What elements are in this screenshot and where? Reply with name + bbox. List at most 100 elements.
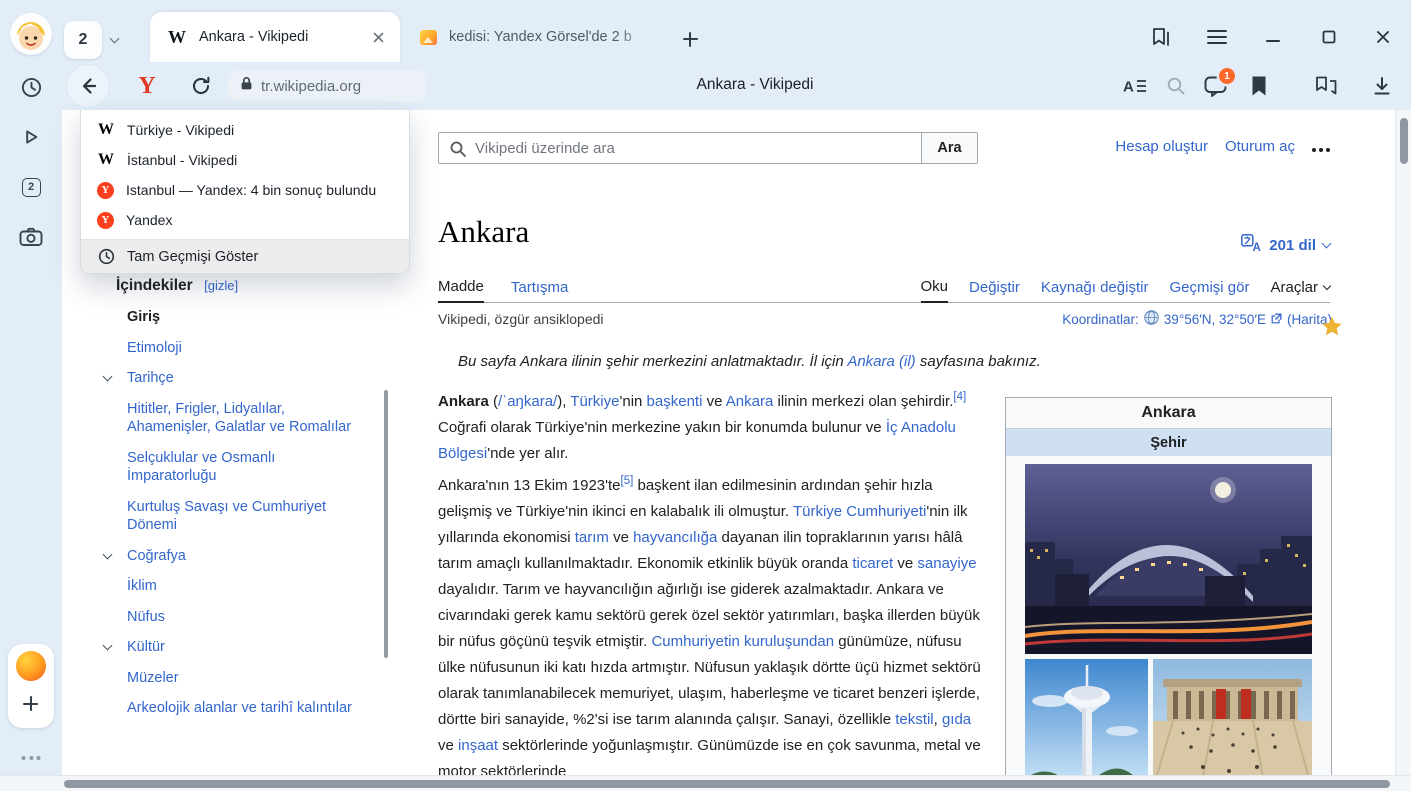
create-account-link[interactable]: Hesap oluştur — [1115, 138, 1208, 155]
yandex-button[interactable]: Y — [130, 69, 164, 103]
lock-icon[interactable] — [240, 76, 253, 96]
tab-oku[interactable]: Oku — [921, 272, 949, 303]
find-on-page-icon[interactable] — [1164, 74, 1188, 98]
text-run: ve — [609, 529, 633, 546]
account-links: Hesap oluştur Oturum aç — [1115, 138, 1330, 155]
wiki-link[interactable]: /ˈaŋkara/ — [498, 393, 557, 410]
chevron-down-icon[interactable] — [103, 549, 113, 559]
toc-item-selcuklular[interactable]: Selçuklular ve Osmanlı İmparatorluğu — [100, 449, 365, 486]
horizontal-scrollbar-thumb[interactable] — [64, 780, 1390, 788]
tab-ankara[interactable]: W Ankara - Vikipedi — [150, 12, 400, 62]
text-run: Bu sayfa Ankara ilinin şehir merkezini a… — [458, 353, 847, 370]
infobox-image-night-skyline[interactable] — [1025, 464, 1312, 654]
tab-gecmisi-gor[interactable]: Geçmişi gör — [1169, 272, 1249, 303]
wiki-link[interactable]: Ankara — [726, 393, 774, 410]
tab-degistir[interactable]: Değiştir — [969, 272, 1020, 303]
tools-dropdown[interactable]: Araçlar — [1270, 272, 1330, 303]
more-options-icon[interactable] — [1312, 141, 1330, 152]
toc-item-arkeolojik[interactable]: Arkeolojik alanlar ve tarihî kalıntılar — [100, 699, 365, 718]
history-item[interactable]: W Türkiye - Vikipedi — [81, 115, 409, 145]
toc-item-etimoloji[interactable]: Etimoloji — [100, 339, 365, 358]
wiki-link[interactable]: sanayiye — [917, 555, 976, 572]
reader-mode-icon[interactable]: A — [1123, 74, 1147, 98]
history-item[interactable]: Y Yandex — [81, 205, 409, 235]
wiki-link[interactable]: tekstil — [895, 711, 933, 728]
search-input[interactable] — [475, 140, 895, 157]
vertical-scrollbar-thumb[interactable] — [1400, 118, 1408, 164]
minimize-icon[interactable] — [1262, 26, 1284, 48]
yandex-services-icon[interactable] — [16, 651, 46, 681]
wiki-link[interactable]: Ankara (il) — [847, 353, 915, 370]
search-button[interactable]: Ara — [921, 132, 978, 164]
add-panel-button[interactable] — [23, 696, 38, 716]
screenshot-icon[interactable] — [18, 224, 44, 250]
wiki-link[interactable]: başkenti — [647, 393, 703, 410]
toc-item-kultur[interactable]: Kültür — [100, 638, 365, 657]
toc-item-tarihce[interactable]: Tarihçe — [100, 369, 365, 388]
tabs-panel-icon[interactable]: 2 — [18, 174, 44, 200]
play-icon[interactable] — [18, 124, 44, 150]
browser-sidebar: 2 — [0, 62, 62, 775]
yandex-favicon: Y — [97, 182, 114, 199]
collections-flags-icon[interactable] — [1314, 74, 1338, 98]
close-tab-icon[interactable] — [368, 27, 388, 47]
chevron-down-icon[interactable] — [103, 641, 113, 651]
new-tab-button[interactable] — [676, 25, 704, 53]
toc-item-nufus[interactable]: Nüfus — [100, 608, 365, 627]
login-link[interactable]: Oturum aç — [1225, 138, 1295, 155]
plus-icon — [683, 32, 698, 47]
wiki-link[interactable]: Cumhuriyetin kuruluşundan — [651, 633, 834, 650]
toc-item-hititler[interactable]: Hititler, Frigler, Lidyalılar, Ahamenişl… — [100, 400, 365, 437]
close-window-icon[interactable] — [1372, 26, 1394, 48]
wiki-link[interactable]: hayvancılığa — [633, 529, 717, 546]
horizontal-scrollbar[interactable] — [0, 775, 1411, 791]
toc-hide-toggle[interactable]: [gizle] — [204, 278, 238, 293]
toc-item-muzeler[interactable]: Müzeler — [100, 669, 365, 688]
address-bar[interactable]: tr.wikipedia.org — [228, 70, 426, 102]
history-item[interactable]: W İstanbul - Vikipedi — [81, 145, 409, 175]
wiki-link[interactable]: Türkiye — [570, 393, 619, 410]
toc-item-giris[interactable]: Giriş — [100, 308, 365, 327]
text-run: , — [934, 711, 942, 728]
infobox-image-atakule-tower[interactable] — [1025, 659, 1148, 775]
toc-item-iklim[interactable]: İklim — [100, 577, 365, 596]
coordinates-label[interactable]: Koordinatlar: — [1062, 312, 1139, 327]
wiki-link[interactable]: Türkiye Cumhuriyeti — [793, 503, 926, 520]
globe-icon[interactable] — [1144, 310, 1159, 328]
wiki-search-box[interactable] — [438, 132, 922, 164]
reference-link[interactable]: [4] — [953, 391, 966, 403]
article-tab-bar: Madde Tartışma Oku Değiştir Kaynağı deği… — [438, 272, 1330, 303]
tab-bar: 2 W Ankara - Vikipedi kedisi: Yandex Gör… — [0, 0, 1411, 62]
tab-kaynagi-degistir[interactable]: Kaynağı değiştir — [1041, 272, 1149, 303]
collections-icon[interactable] — [1150, 26, 1172, 48]
tab-madde[interactable]: Madde — [438, 272, 484, 303]
reference-link[interactable]: [5] — [621, 475, 634, 487]
vertical-scrollbar[interactable] — [1395, 110, 1411, 775]
tab-kedisi[interactable]: kedisi: Yandex Görsel'de 2 b — [404, 12, 670, 62]
history-item[interactable]: Y Istanbul — Yandex: 4 bin sonuç bulundu — [81, 175, 409, 205]
infobox-image-anitkabir[interactable] — [1153, 659, 1312, 775]
history-item-label: Türkiye - Vikipedi — [127, 122, 234, 138]
show-full-history-button[interactable]: Tam Geçmişi Göster — [81, 239, 409, 273]
toc-scrollbar-thumb[interactable] — [384, 390, 388, 658]
back-button[interactable] — [66, 64, 110, 108]
wiki-link[interactable]: ticaret — [852, 555, 893, 572]
toc-item-kurtulus[interactable]: Kurtuluş Savaşı ve Cumhuriyet Dönemi — [100, 498, 365, 535]
downloads-icon[interactable] — [1370, 74, 1394, 98]
sidebar-more-icon[interactable] — [22, 756, 41, 760]
reload-button[interactable] — [184, 69, 218, 103]
coordinates-value[interactable]: 39°56′N, 32°50′E — [1164, 312, 1266, 327]
menu-icon[interactable] — [1206, 26, 1228, 48]
bookmark-icon[interactable] — [1247, 74, 1271, 98]
wiki-link[interactable]: gıda — [942, 711, 971, 728]
tab-counter-button[interactable]: 2 — [64, 21, 118, 59]
language-selector[interactable]: A 201 dil — [1241, 234, 1330, 256]
toc-item-cografya[interactable]: Coğrafya — [100, 547, 365, 566]
comments-icon[interactable]: 1 — [1203, 74, 1227, 98]
profile-avatar[interactable] — [10, 13, 52, 55]
chevron-down-icon[interactable] — [103, 372, 113, 382]
tab-tartisma[interactable]: Tartışma — [511, 272, 569, 303]
wiki-link[interactable]: inşaat — [458, 737, 498, 754]
maximize-icon[interactable] — [1318, 26, 1340, 48]
wiki-link[interactable]: tarım — [575, 529, 609, 546]
